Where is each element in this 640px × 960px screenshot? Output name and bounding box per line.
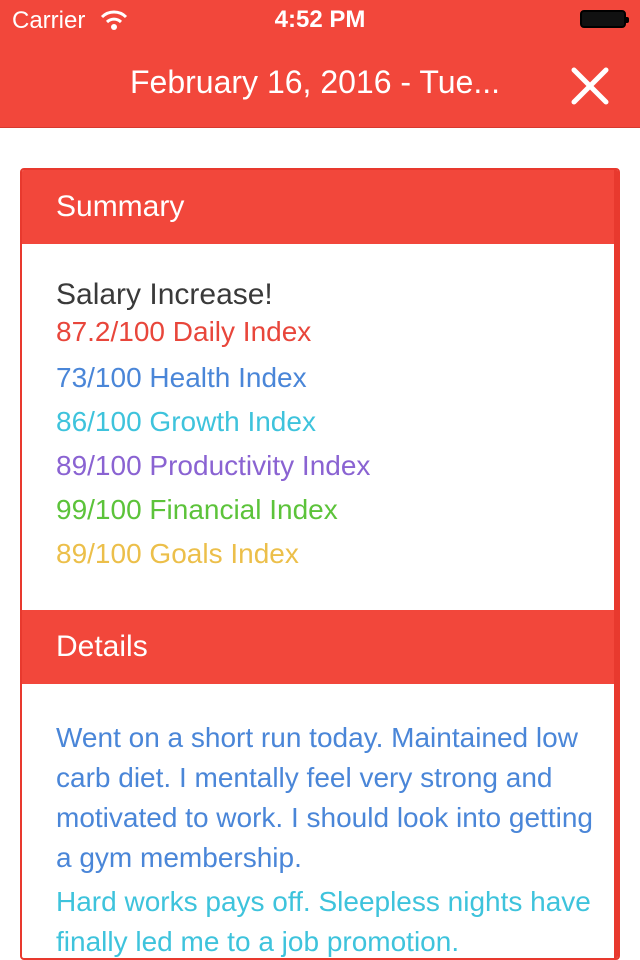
index-line: 89/100 Productivity Index	[56, 450, 371, 481]
details-paragraph: Hard works pays off. Sleepless nights ha…	[56, 886, 591, 957]
close-button[interactable]	[566, 62, 614, 110]
index-line: 89/100 Goals Index	[56, 538, 299, 569]
details-paragraph: Went on a short run today. Maintained lo…	[56, 722, 593, 873]
summary-headline: Salary Increase!	[56, 278, 273, 311]
summary-header: Summary	[22, 170, 618, 244]
details-header: Details	[22, 610, 618, 684]
clock: 4:52 PM	[274, 6, 366, 33]
navigation-bar: February 16, 2016 - Tue...	[0, 40, 640, 128]
card-right-border	[614, 170, 618, 958]
close-icon	[571, 67, 609, 105]
entry-card: Summary Salary Increase! 87.2/100 Daily …	[20, 168, 620, 960]
status-bar: Carrier 4:52 PM	[0, 0, 640, 40]
battery-icon	[580, 10, 629, 28]
index-line: 86/100 Growth Index	[56, 406, 316, 437]
index-line: 73/100 Health Index	[56, 362, 307, 393]
index-line: 99/100 Financial Index	[56, 494, 338, 525]
index-line: 87.2/100 Daily Index	[56, 316, 312, 347]
page-title: February 16, 2016 - Tue...	[130, 64, 500, 100]
